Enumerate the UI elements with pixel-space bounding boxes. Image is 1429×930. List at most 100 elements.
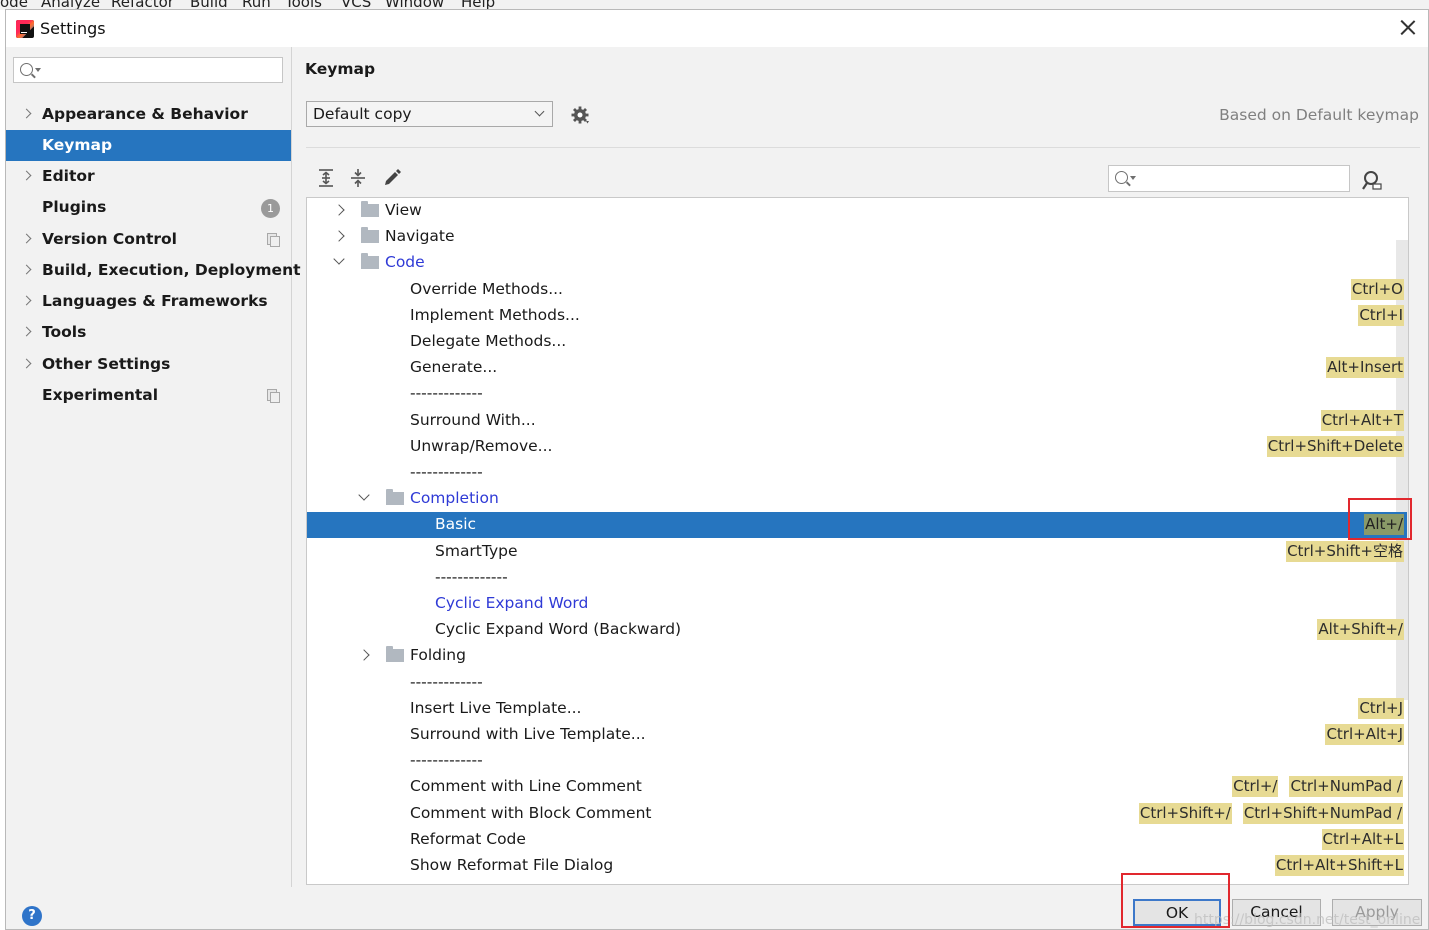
tree-action-row[interactable]: Comment with Line Comment Ctrl+/ Ctrl+NumP… — [307, 774, 1407, 800]
shortcut-key-badge: Ctrl+I — [1358, 304, 1404, 326]
chevron-right-icon[interactable] — [333, 230, 345, 242]
tree-row-label: Cyclic Expand Word — [435, 594, 589, 612]
sidebar-item-label: Languages & Frameworks — [42, 292, 268, 310]
shortcut-key-badge: Ctrl+Alt+L — [1321, 828, 1404, 850]
help-icon[interactable]: ? — [22, 906, 42, 926]
shortcut-list: Ctrl+Alt+J — [1325, 724, 1404, 745]
collapse-all-icon[interactable] — [347, 167, 369, 189]
tree-action-row[interactable]: Implement Methods... Ctrl+I — [307, 303, 1407, 329]
shortcut-key-badge: Ctrl+Alt+T — [1320, 409, 1404, 431]
chevron-right-icon[interactable] — [21, 233, 32, 244]
highlight-box-shortcut — [1348, 498, 1412, 540]
tree-action-row[interactable]: ------------- — [307, 565, 1407, 591]
chevron-down-icon — [1130, 176, 1136, 180]
tree-row-label: Completion — [410, 489, 499, 508]
sidebar-item-tools[interactable]: Tools — [6, 317, 291, 348]
tree-action-row[interactable]: ------------- — [307, 381, 1407, 407]
title-bar: Settings — [6, 10, 1428, 47]
tree-row-label: Generate... — [410, 358, 498, 377]
highlight-box-ok — [1121, 873, 1230, 928]
sidebar-item-label: Experimental — [42, 386, 159, 404]
shortcut-list: Ctrl+Alt+T — [1320, 409, 1404, 431]
tree-action-row[interactable]: Cyclic Expand Word (Backward) Alt+Shift+/ — [307, 617, 1407, 643]
tree-folder-row[interactable]: View — [307, 198, 1407, 224]
tree-row-label: Delegate Methods... — [410, 332, 567, 350]
tree-row-label: Implement Methods... — [410, 305, 580, 324]
sidebar-item-other-settings[interactable]: Other Settings — [6, 349, 291, 380]
tree-action-row[interactable]: Basic Alt+/ — [307, 512, 1407, 539]
shortcut-key-badge: Alt+Shift+/ — [1317, 619, 1404, 641]
chevron-right-icon[interactable] — [21, 170, 32, 181]
sidebar-item-editor[interactable]: Editor — [6, 161, 291, 192]
tree-action-row[interactable]: Delegate Methods... — [307, 329, 1407, 355]
chevron-right-icon[interactable] — [21, 264, 32, 275]
keymap-scheme-select[interactable]: Default copy — [306, 101, 553, 127]
tree-action-row[interactable]: Surround With... Ctrl+Alt+T — [307, 408, 1407, 434]
shortcut-key-badge: Ctrl+Shift+/ — [1138, 802, 1232, 824]
sidebar-item-label: Keymap — [42, 136, 113, 154]
tree-action-row[interactable]: Reformat Code Ctrl+Alt+L — [307, 827, 1407, 853]
gear-icon[interactable] — [571, 106, 591, 126]
tree-row-label: Reformat Code — [410, 829, 526, 848]
page-title: Keymap — [305, 60, 376, 78]
sidebar-item-appearance-behavior[interactable]: Appearance & Behavior — [6, 99, 291, 130]
tree-action-row[interactable]: Cyclic Expand Word — [307, 591, 1407, 617]
tree-row-label: Insert Live Template... — [410, 698, 582, 717]
tree-action-row[interactable]: SmartType Ctrl+Shift+空格 — [307, 539, 1407, 565]
chevron-down-icon[interactable] — [358, 489, 370, 501]
sidebar-item-label: Editor — [42, 167, 95, 185]
folder-icon — [361, 253, 379, 270]
sidebar-item-keymap[interactable]: Keymap — [6, 130, 291, 161]
chevron-down-icon[interactable] — [333, 253, 345, 266]
tree-folder-row[interactable]: Folding — [307, 643, 1407, 669]
tree-action-row[interactable]: Comment with Block Comment Ctrl+Shift+/Ct… — [307, 801, 1407, 827]
settings-search-input[interactable] — [13, 57, 283, 83]
tree-action-row[interactable]: Generate... Alt+Insert — [307, 355, 1407, 381]
tree-folder-row[interactable]: Code — [307, 250, 1407, 276]
chevron-right-icon[interactable] — [21, 326, 32, 337]
chevron-right-icon[interactable] — [21, 295, 32, 306]
tree-row-label: Navigate — [385, 227, 455, 246]
project-level-icon — [267, 233, 280, 247]
folder-icon — [386, 489, 404, 506]
tree-folder-row[interactable]: Navigate — [307, 224, 1407, 250]
folder-icon — [361, 201, 379, 217]
tree-action-row[interactable]: ------------- — [307, 670, 1407, 696]
edit-pencil-icon[interactable] — [381, 167, 403, 189]
tree-action-row[interactable]: ------------- — [307, 748, 1407, 774]
sidebar-item-build-execution-deployment[interactable]: Build, Execution, Deployment — [6, 255, 301, 286]
sidebar-item-version-control[interactable]: Version Control — [6, 224, 291, 255]
chevron-right-icon[interactable] — [333, 204, 345, 216]
scheme-value: Default copy — [313, 105, 412, 123]
sidebar-item-experimental[interactable]: Experimental — [6, 380, 291, 411]
tree-action-row[interactable]: ------------- — [307, 460, 1407, 486]
sidebar-item-plugins[interactable]: Plugins 1 — [6, 192, 291, 223]
tree-row-label: ------------- — [435, 567, 508, 586]
tree-row-label: Comment with Block Comment — [410, 803, 652, 822]
shortcut-key-badge: Ctrl+J — [1358, 697, 1404, 719]
expand-all-icon[interactable] — [315, 167, 337, 189]
tree-action-row[interactable]: Show Reformat File Dialog Ctrl+Alt+Shift+… — [307, 853, 1407, 879]
shortcut-key-badge: Ctrl+Alt+Shift+L — [1274, 855, 1404, 876]
tree-row-label: Folding — [410, 646, 466, 665]
tree-row-label: Show Reformat File Dialog — [410, 856, 614, 874]
tree-action-row[interactable]: Insert Live Template... Ctrl+J — [307, 696, 1407, 722]
tree-action-row[interactable]: Surround with Live Template... Ctrl+Alt+J — [307, 722, 1407, 748]
tree-folder-row[interactable]: Completion — [307, 486, 1407, 512]
sidebar-item-label: Tools — [42, 323, 87, 341]
chevron-right-icon[interactable] — [21, 108, 32, 119]
tree-action-row[interactable]: Override Methods... Ctrl+O — [307, 277, 1407, 303]
keymap-filter-input[interactable] — [1108, 165, 1350, 192]
tree-row-label: ------------- — [410, 463, 483, 481]
shortcut-key-badge: Ctrl+Shift+空格 — [1286, 540, 1404, 562]
close-icon[interactable] — [1396, 16, 1420, 40]
find-by-shortcut-icon[interactable] — [1361, 169, 1383, 191]
shortcut-list: Ctrl+J — [1358, 697, 1404, 719]
sidebar-item-label: Other Settings — [42, 355, 171, 373]
chevron-right-icon[interactable] — [21, 358, 32, 369]
chevron-right-icon[interactable] — [358, 649, 370, 662]
tree-action-row[interactable]: Unwrap/Remove... Ctrl+Shift+Delete — [307, 434, 1407, 460]
shortcut-key-badge: Ctrl+Alt+J — [1325, 724, 1404, 745]
sidebar-item-languages-frameworks[interactable]: Languages & Frameworks — [6, 286, 291, 317]
settings-sidebar: Appearance & Behavior Keymap Editor Plugins… — [6, 47, 301, 887]
